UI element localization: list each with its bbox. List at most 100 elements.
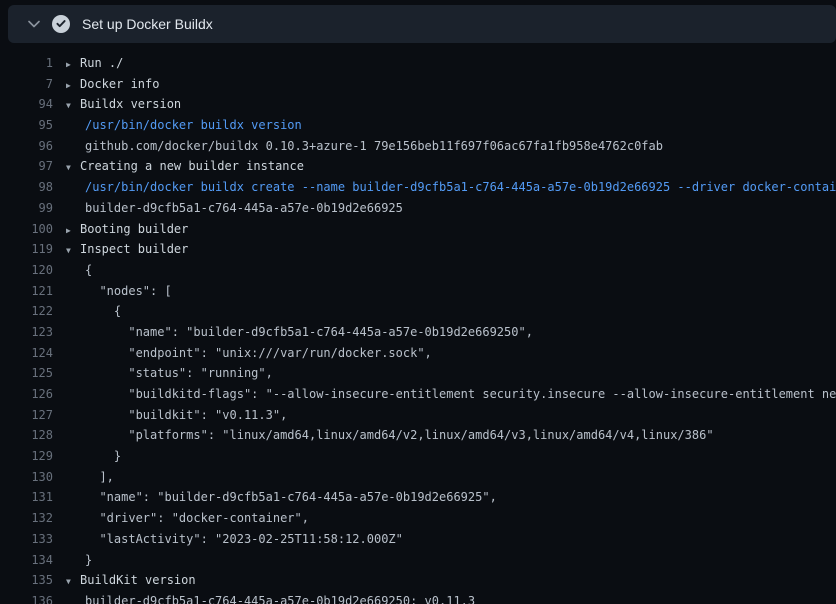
triangle-right-icon: ▶ bbox=[66, 221, 80, 240]
log-group-header[interactable]: ▶Booting builder bbox=[66, 219, 188, 240]
log-line: 1 ▶Run ./ bbox=[0, 53, 836, 74]
log-line: 94 ▼Buildx version bbox=[0, 94, 836, 115]
step-title: Set up Docker Buildx bbox=[82, 16, 213, 32]
log-line: 132 "driver": "docker-container", bbox=[0, 508, 836, 529]
log-line: 133 "lastActivity": "2023-02-25T11:58:12… bbox=[0, 529, 836, 550]
log-line-number[interactable]: 134 bbox=[0, 550, 53, 571]
log-line: 95/usr/bin/docker buildx version bbox=[0, 115, 836, 136]
log-line-number[interactable]: 124 bbox=[0, 343, 53, 364]
triangle-right-icon: ▶ bbox=[66, 55, 80, 74]
log-output-text: "driver": "docker-container", bbox=[66, 508, 309, 529]
log-output-text: "buildkitd-flags": "--allow-insecure-ent… bbox=[66, 384, 836, 405]
log-output-text: "buildkit": "v0.11.3", bbox=[66, 405, 287, 426]
log-group-header[interactable]: ▼Buildx version bbox=[66, 94, 181, 115]
log-output-text: "platforms": "linux/amd64,linux/amd64/v2… bbox=[66, 425, 714, 446]
log-group-header[interactable]: ▶Run ./ bbox=[66, 53, 123, 74]
log-line-number[interactable]: 136 bbox=[0, 591, 53, 604]
log-line-number[interactable]: 7 bbox=[0, 74, 53, 95]
triangle-down-icon: ▼ bbox=[66, 241, 80, 260]
log-line: 7 ▶Docker info bbox=[0, 74, 836, 95]
log-line-number[interactable]: 131 bbox=[0, 487, 53, 508]
log-output-text: { bbox=[66, 260, 92, 281]
log-line-number[interactable]: 1 bbox=[0, 53, 53, 74]
log-line-number[interactable]: 135 bbox=[0, 570, 53, 591]
log-line-number[interactable]: 98 bbox=[0, 177, 53, 198]
log-line-number[interactable]: 133 bbox=[0, 529, 53, 550]
actions-log-viewer: Set up Docker Buildx 1▶Run ./7▶Docker in… bbox=[0, 0, 836, 604]
log-line-number[interactable]: 130 bbox=[0, 467, 53, 488]
step-header[interactable]: Set up Docker Buildx bbox=[8, 5, 836, 43]
log-group-header[interactable]: ▼Inspect builder bbox=[66, 239, 188, 260]
log-line: 121 "nodes": [ bbox=[0, 281, 836, 302]
triangle-down-icon: ▼ bbox=[66, 96, 80, 115]
log-line: 100 ▶Booting builder bbox=[0, 219, 836, 240]
log-line-number[interactable]: 121 bbox=[0, 281, 53, 302]
log-line-number[interactable]: 99 bbox=[0, 198, 53, 219]
log-line-number[interactable]: 120 bbox=[0, 260, 53, 281]
log-line-number[interactable]: 125 bbox=[0, 363, 53, 384]
log-line: 96 github.com/docker/buildx 0.10.3+azure-… bbox=[0, 136, 836, 157]
log-group-header[interactable]: ▼BuildKit version bbox=[66, 570, 196, 591]
log-group-title: BuildKit version bbox=[80, 573, 196, 587]
log-line-number[interactable]: 94 bbox=[0, 94, 53, 115]
log-output-text: "name": "builder-d9cfb5a1-c764-445a-a57e… bbox=[66, 322, 533, 343]
log-output-text: "lastActivity": "2023-02-25T11:58:12.000… bbox=[66, 529, 403, 550]
triangle-down-icon: ▼ bbox=[66, 572, 80, 591]
log-line: 131 "name": "builder-d9cfb5a1-c764-445a-… bbox=[0, 487, 836, 508]
log-group-header[interactable]: ▶Docker info bbox=[66, 74, 159, 95]
log-line-number[interactable]: 122 bbox=[0, 301, 53, 322]
chevron-down-icon[interactable] bbox=[20, 10, 48, 38]
log-line-number[interactable]: 123 bbox=[0, 322, 53, 343]
log-command-text: /usr/bin/docker buildx create --name bui… bbox=[66, 177, 836, 198]
log-line-number[interactable]: 119 bbox=[0, 239, 53, 260]
log-line: 135 ▼BuildKit version bbox=[0, 570, 836, 591]
log-line-number[interactable]: 128 bbox=[0, 425, 53, 446]
log-group-title: Run ./ bbox=[80, 56, 123, 70]
log-output-text: "status": "running", bbox=[66, 363, 273, 384]
log-line: 98/usr/bin/docker buildx create --name b… bbox=[0, 177, 836, 198]
log-line: 122 { bbox=[0, 301, 836, 322]
log-group-title: Buildx version bbox=[80, 97, 181, 111]
log-line: 119 ▼Inspect builder bbox=[0, 239, 836, 260]
log-line: 124 "endpoint": "unix:///var/run/docker.… bbox=[0, 343, 836, 364]
log-group-header[interactable]: ▼Creating a new builder instance bbox=[66, 156, 304, 177]
log-line: 129 } bbox=[0, 446, 836, 467]
log-output-text: } bbox=[66, 446, 121, 467]
log-group-title: Inspect builder bbox=[80, 242, 188, 256]
log-line-number[interactable]: 129 bbox=[0, 446, 53, 467]
log-line-number[interactable]: 100 bbox=[0, 219, 53, 240]
log-line-number[interactable]: 126 bbox=[0, 384, 53, 405]
log-line: 127 "buildkit": "v0.11.3", bbox=[0, 405, 836, 426]
log-line-number[interactable]: 97 bbox=[0, 156, 53, 177]
log-line: 120 { bbox=[0, 260, 836, 281]
log-group-title: Creating a new builder instance bbox=[80, 159, 304, 173]
log-line: 134} bbox=[0, 550, 836, 571]
log-line: 99 builder-d9cfb5a1-c764-445a-a57e-0b19d2… bbox=[0, 198, 836, 219]
log-output-text: "name": "builder-d9cfb5a1-c764-445a-a57e… bbox=[66, 487, 497, 508]
log-command-text: /usr/bin/docker buildx version bbox=[66, 115, 302, 136]
triangle-down-icon: ▼ bbox=[66, 158, 80, 177]
log-group-title: Docker info bbox=[80, 77, 159, 91]
log-lines: 1▶Run ./7▶Docker info94▼Buildx version95… bbox=[0, 43, 836, 604]
log-line: 128 "platforms": "linux/amd64,linux/amd6… bbox=[0, 425, 836, 446]
log-line: 136 builder-d9cfb5a1-c764-445a-a57e-0b19d… bbox=[0, 591, 836, 604]
log-group-title: Booting builder bbox=[80, 222, 188, 236]
triangle-right-icon: ▶ bbox=[66, 76, 80, 95]
log-output-text: "endpoint": "unix:///var/run/docker.sock… bbox=[66, 343, 432, 364]
log-line-number[interactable]: 132 bbox=[0, 508, 53, 529]
log-output-text: } bbox=[66, 550, 92, 571]
log-output-text: { bbox=[66, 301, 121, 322]
log-line: 125 "status": "running", bbox=[0, 363, 836, 384]
log-output-text: "nodes": [ bbox=[66, 281, 172, 302]
log-line-number[interactable]: 95 bbox=[0, 115, 53, 136]
log-line: 97 ▼Creating a new builder instance bbox=[0, 156, 836, 177]
log-output-text: builder-d9cfb5a1-c764-445a-a57e-0b19d2e6… bbox=[66, 198, 403, 219]
log-line-number[interactable]: 96 bbox=[0, 136, 53, 157]
log-output-text: builder-d9cfb5a1-c764-445a-a57e-0b19d2e6… bbox=[66, 591, 475, 604]
log-line: 123 "name": "builder-d9cfb5a1-c764-445a-… bbox=[0, 322, 836, 343]
log-line: 126 "buildkitd-flags": "--allow-insecure… bbox=[0, 384, 836, 405]
log-line: 130 ], bbox=[0, 467, 836, 488]
log-output-text: github.com/docker/buildx 0.10.3+azure-1 … bbox=[66, 136, 663, 157]
check-circle-icon bbox=[52, 15, 70, 33]
log-line-number[interactable]: 127 bbox=[0, 405, 53, 426]
